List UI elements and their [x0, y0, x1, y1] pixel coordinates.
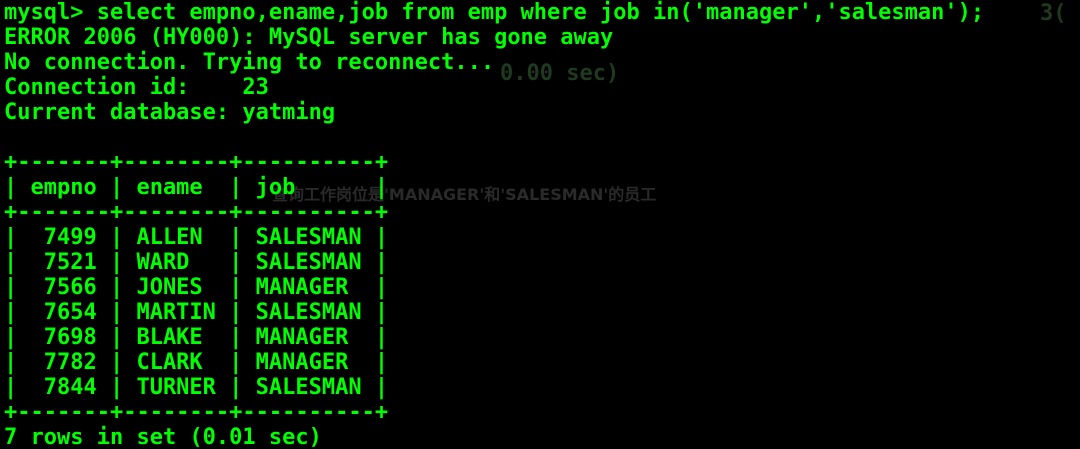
table-row: | 7654 | MARTIN | SALESMAN | [4, 300, 389, 325]
terminal-window[interactable]: 0.00 sec) 3( 查询工作岗位是'MANAGER'和'SALESMAN'… [0, 0, 1080, 449]
row-count-line: 7 rows in set (0.01 sec) [4, 425, 322, 449]
table-border-header: +-------+--------+----------+ [4, 200, 389, 225]
table-border-top: +-------+--------+----------+ [4, 150, 389, 175]
error-line: ERROR 2006 (HY000): MySQL server has gon… [4, 25, 614, 50]
table-row: | 7566 | JONES | MANAGER | [4, 275, 389, 300]
table-row: | 7782 | CLARK | MANAGER | [4, 350, 389, 375]
current-database-line: Current database: yatming [4, 100, 336, 125]
reconnect-line: No connection. Trying to reconnect... [4, 50, 495, 75]
table-row: | 7698 | BLAKE | MANAGER | [4, 325, 389, 350]
ghost-corner-text: 3( [1040, 1, 1067, 26]
ghost-timing-text: 0.00 sec) [500, 61, 620, 86]
table-row: | 7521 | WARD | SALESMAN | [4, 250, 389, 275]
table-header-row: | empno | ename | job | [4, 175, 389, 200]
table-row: | 7499 | ALLEN | SALESMAN | [4, 225, 389, 250]
table-border-bottom: +-------+--------+----------+ [4, 400, 389, 425]
table-row: | 7844 | TURNER | SALESMAN | [4, 375, 389, 400]
command-prompt-line: mysql> select empno,ename,job from emp w… [4, 0, 985, 25]
connection-id-line: Connection id: 23 [4, 75, 269, 100]
